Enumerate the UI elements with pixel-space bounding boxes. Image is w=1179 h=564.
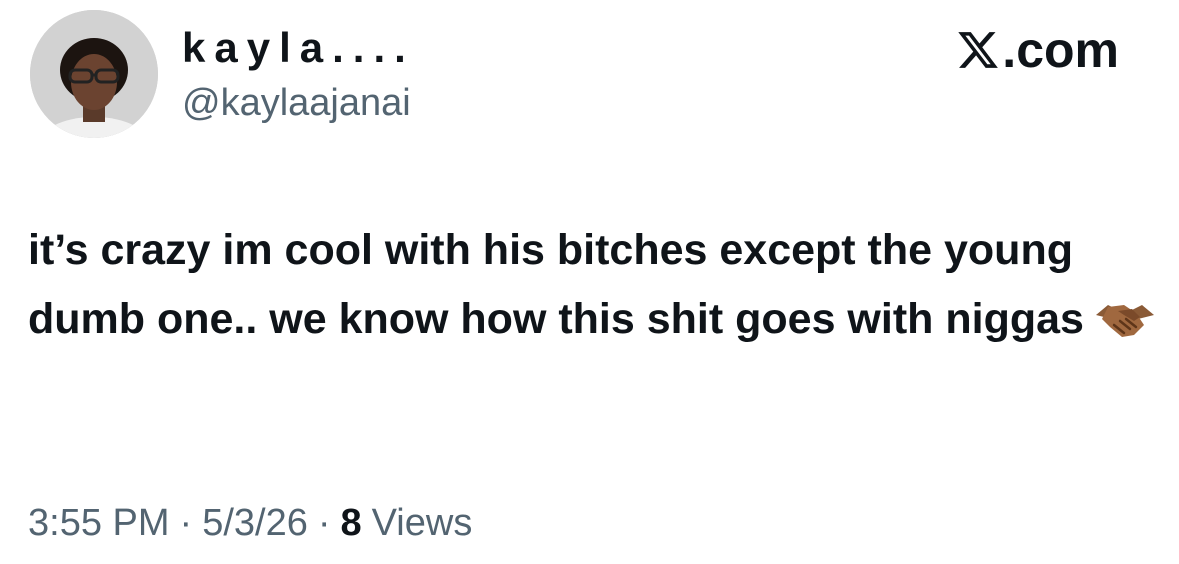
meta-separator: · — [317, 502, 331, 544]
avatar-photo — [30, 10, 158, 138]
views-label[interactable]: Views — [372, 500, 473, 546]
x-logo-icon — [958, 32, 999, 68]
tweet-time[interactable]: 3:55 PM — [28, 500, 170, 546]
tweet-date[interactable]: 5/3/26 — [202, 500, 308, 546]
tweet-body: it’s crazy im cool with his bitches exce… — [28, 226, 1084, 343]
tweet-text: it’s crazy im cool with his bitches exce… — [28, 216, 1158, 354]
author-display-name[interactable]: kayla.... — [182, 24, 415, 72]
author-handle[interactable]: @kaylaajanai — [182, 80, 411, 126]
brand-logo: .com — [956, 22, 1119, 78]
views-count[interactable]: 8 — [341, 500, 362, 546]
handshake-icon — [1095, 305, 1154, 337]
tweet-meta: 3:55 PM · 5/3/26 · 8 Views — [28, 500, 472, 546]
avatar[interactable] — [30, 10, 158, 138]
brand-domain-suffix: .com — [1002, 22, 1119, 78]
meta-separator: · — [179, 502, 193, 544]
